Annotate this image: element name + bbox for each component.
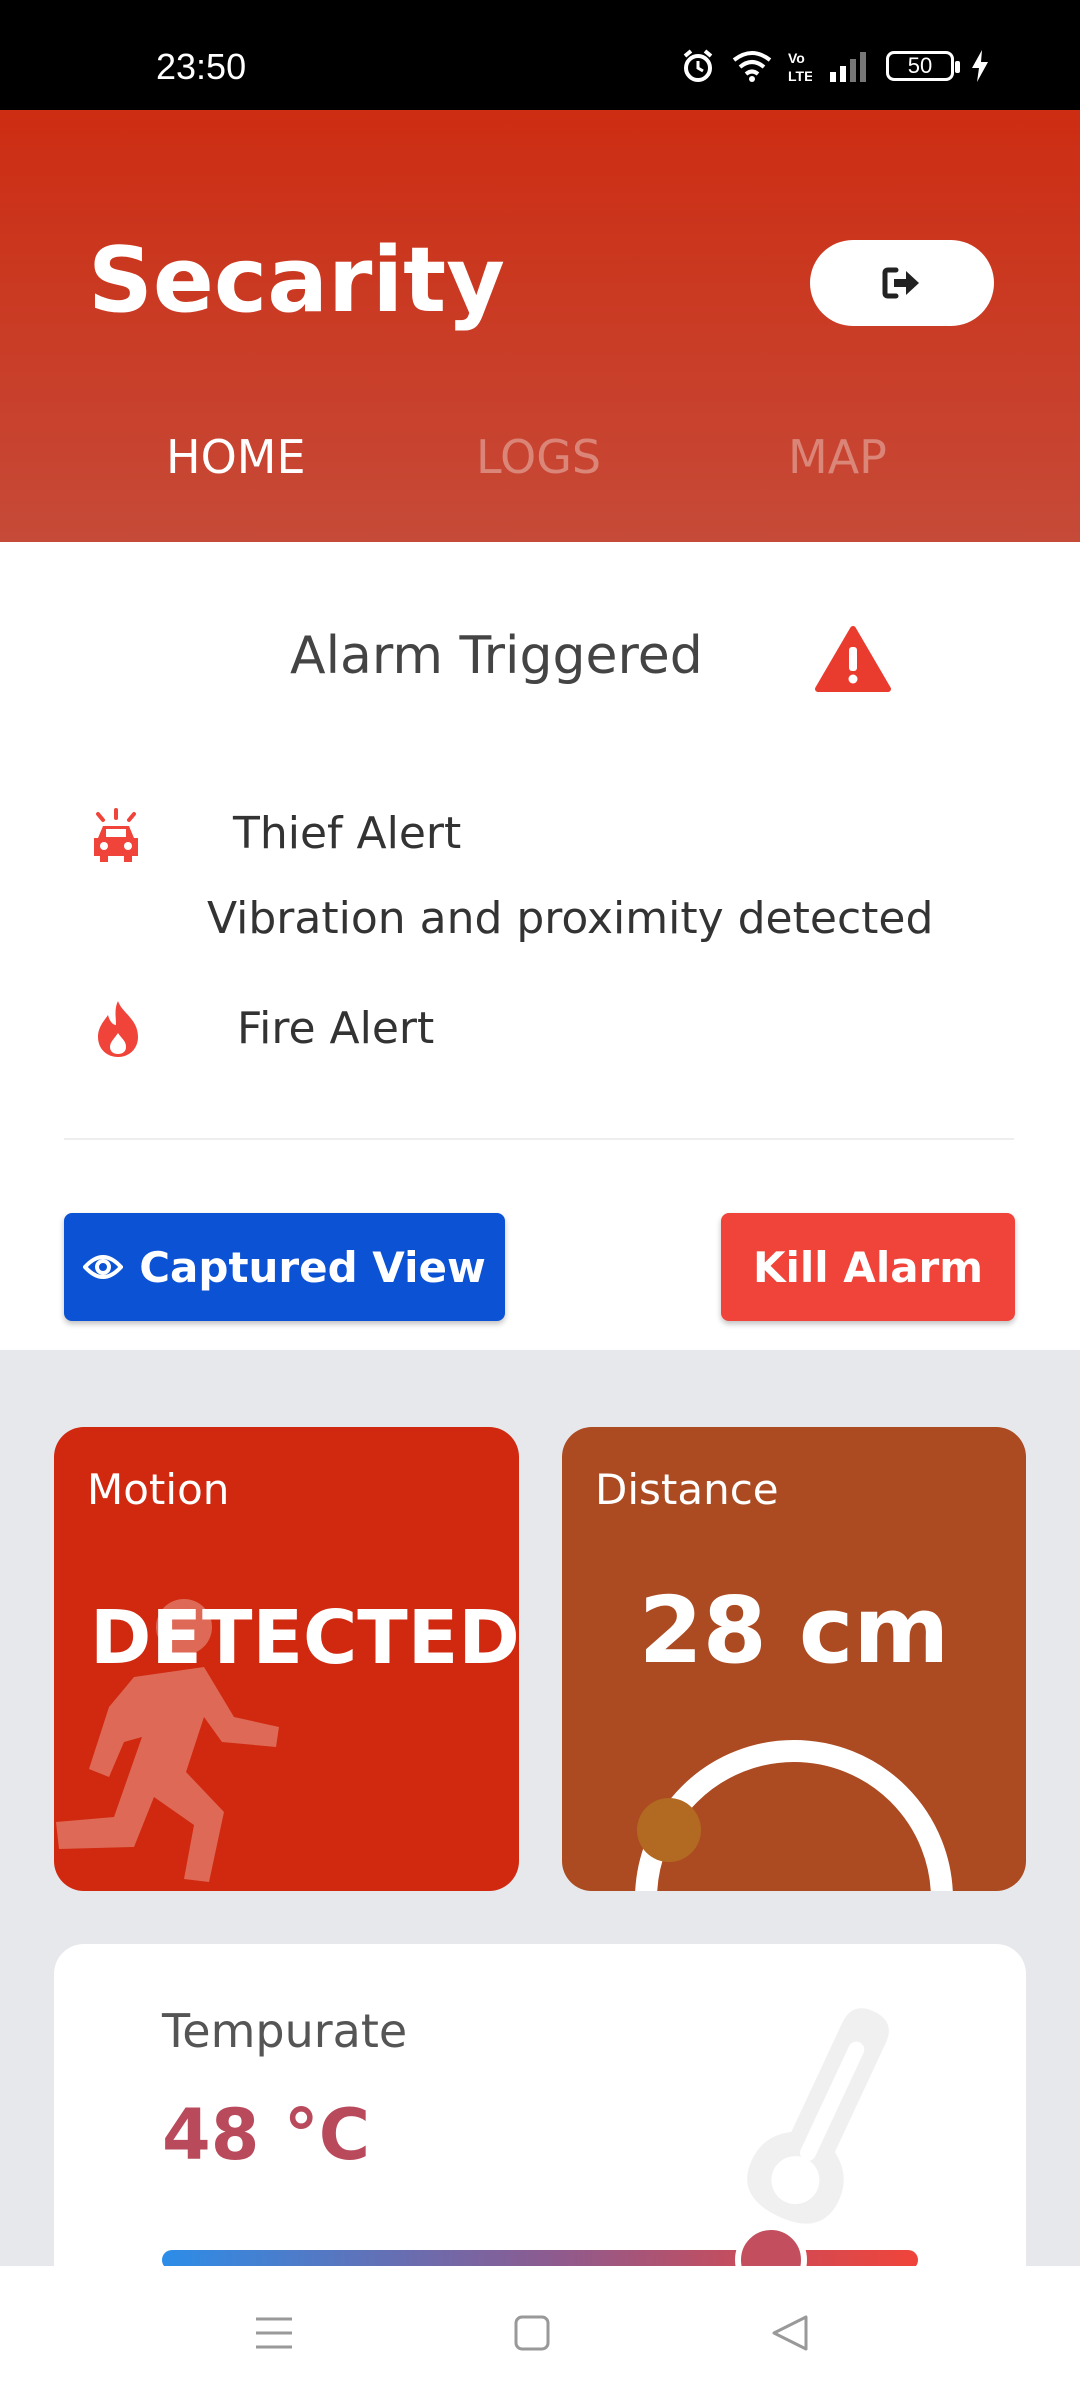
temperature-label: Tempurate — [162, 2004, 408, 2058]
menu-icon — [256, 2317, 292, 2349]
kill-alarm-button[interactable]: Kill Alarm — [721, 1213, 1015, 1321]
charging-icon — [972, 50, 988, 82]
logout-button[interactable] — [810, 240, 994, 326]
thief-alert-detail: Vibration and proximity detected — [207, 893, 934, 944]
fire-icon — [98, 1001, 138, 1057]
svg-text:LTE: LTE — [788, 68, 812, 83]
status-icons: Vo LTE 50 — [680, 48, 990, 84]
battery-icon: 50 — [886, 51, 960, 81]
thief-alert-label: Thief Alert — [233, 808, 462, 859]
signal-icon — [830, 52, 866, 82]
home-square-icon — [514, 2315, 550, 2351]
svg-text:Vo: Vo — [788, 50, 805, 66]
motion-label: Motion — [87, 1465, 230, 1514]
thermometer-icon — [747, 2008, 889, 2224]
tab-map[interactable]: MAP — [788, 430, 887, 484]
nav-menu-button[interactable] — [214, 2266, 334, 2400]
eye-icon — [83, 1255, 124, 1279]
temperature-value: 48 °C — [162, 2094, 371, 2176]
divider — [64, 1138, 1014, 1140]
distance-card: Distance 28 cm — [562, 1427, 1026, 1891]
alarm-icon — [683, 49, 713, 82]
captured-view-button[interactable]: Captured View — [64, 1213, 505, 1321]
tab-home[interactable]: HOME — [166, 430, 306, 484]
nav-back-button[interactable] — [730, 2266, 850, 2400]
logout-icon — [882, 267, 919, 299]
app-title: Secarity — [88, 228, 505, 333]
tab-bar: HOME LOGS MAP — [0, 430, 1080, 510]
motion-value: DETECTED — [90, 1595, 519, 1681]
status-time: 23:50 — [156, 46, 247, 87]
tab-logs[interactable]: LOGS — [476, 430, 601, 484]
warning-icon — [815, 626, 891, 692]
fire-alert-label: Fire Alert — [237, 1003, 435, 1054]
back-triangle-icon — [772, 2315, 808, 2351]
system-nav-bar — [0, 2266, 1080, 2400]
nav-home-button[interactable] — [472, 2266, 592, 2400]
captured-view-label: Captured View — [139, 1242, 486, 1292]
car-siren-icon — [94, 808, 138, 862]
volte-icon: Vo LTE — [788, 50, 812, 83]
distance-gauge — [635, 1740, 953, 1891]
status-bar: 23:50 Vo LTE 50 — [0, 0, 1080, 110]
motion-card: Motion DETECTED — [54, 1427, 519, 1891]
wifi-icon — [732, 51, 772, 82]
app-header: Secarity HOME LOGS MAP — [0, 110, 1080, 542]
kill-alarm-label: Kill Alarm — [752, 1242, 984, 1292]
alarm-title: Alarm Triggered — [290, 626, 703, 686]
